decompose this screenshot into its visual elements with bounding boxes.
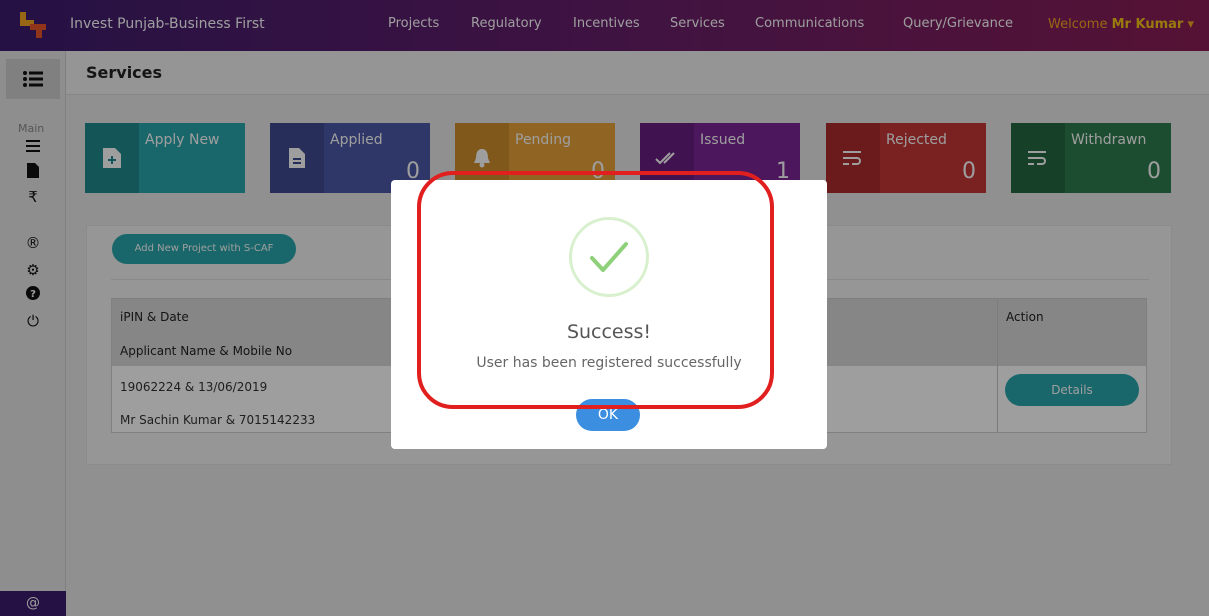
red-highlight-annotation — [417, 171, 774, 409]
